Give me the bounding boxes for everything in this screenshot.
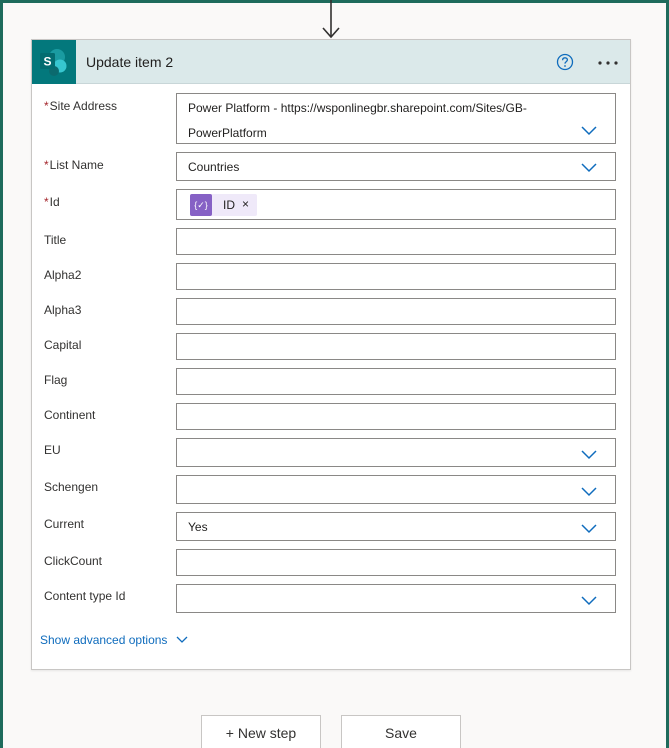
card-title: Update item 2: [86, 54, 174, 70]
site-address-label: *Site Address: [44, 99, 117, 113]
alpha3-input[interactable]: [176, 298, 616, 325]
content-type-id-label: Content type Id: [44, 589, 126, 603]
capital-input[interactable]: [176, 333, 616, 360]
id-label: *Id: [44, 195, 60, 209]
content-type-id-dropdown[interactable]: [176, 584, 616, 613]
site-address-label-text: Site Address: [49, 99, 118, 113]
id-dynamic-token[interactable]: {✓} ID ×: [190, 194, 257, 216]
new-step-button[interactable]: + New step: [201, 715, 321, 748]
continent-input[interactable]: [176, 403, 616, 430]
eu-label: EU: [44, 443, 61, 457]
save-button[interactable]: Save: [341, 715, 461, 748]
continent-label: Continent: [44, 408, 96, 422]
list-name-label: *List Name: [44, 158, 104, 172]
sharepoint-icon: S: [32, 40, 76, 84]
chevron-down-icon: [581, 126, 597, 136]
chevron-down-icon: [581, 596, 597, 606]
id-label-text: Id: [49, 195, 60, 209]
alpha2-input[interactable]: [176, 263, 616, 290]
schengen-dropdown[interactable]: [176, 475, 616, 504]
current-value: Yes: [188, 520, 208, 534]
remove-token-icon[interactable]: ×: [242, 197, 249, 211]
flag-input[interactable]: [176, 368, 616, 395]
list-name-label-text: List Name: [49, 158, 104, 172]
svg-text:S: S: [43, 55, 51, 69]
site-address-value-line2: PowerPlatform: [188, 126, 267, 140]
chevron-down-icon: [581, 524, 597, 534]
chevron-down-icon: [581, 450, 597, 460]
chevron-down-icon: [581, 487, 597, 497]
action-card: S Update item 2 *Site Address Power Plat…: [31, 39, 631, 670]
required-marker: *: [44, 99, 49, 113]
schengen-label: Schengen: [44, 480, 99, 494]
flag-label: Flag: [44, 373, 68, 387]
card-header[interactable]: S Update item 2: [32, 40, 630, 84]
eu-dropdown[interactable]: [176, 438, 616, 467]
title-label: Title: [44, 233, 67, 247]
connector-arrow-icon: [322, 0, 340, 39]
site-address-value-line1: Power Platform - https://wsponlinegbr.sh…: [188, 101, 527, 115]
site-address-dropdown[interactable]: Power Platform - https://wsponlinegbr.sh…: [176, 93, 616, 144]
list-name-value: Countries: [188, 160, 240, 174]
alpha3-label: Alpha3: [44, 303, 82, 317]
list-name-dropdown[interactable]: Countries: [176, 152, 616, 181]
show-advanced-options-link[interactable]: Show advanced options: [40, 633, 167, 647]
chevron-down-icon: [581, 163, 597, 173]
required-marker: *: [44, 195, 49, 209]
current-label: Current: [44, 517, 85, 531]
expression-icon: {✓}: [190, 194, 212, 216]
current-dropdown[interactable]: Yes: [176, 512, 616, 541]
help-icon[interactable]: [556, 53, 574, 71]
clickcount-label: ClickCount: [44, 554, 103, 568]
more-options-icon[interactable]: [597, 60, 619, 66]
capital-label: Capital: [44, 338, 82, 352]
title-input[interactable]: [176, 228, 616, 255]
required-marker: *: [44, 158, 49, 172]
clickcount-input[interactable]: [176, 549, 616, 576]
chevron-down-icon[interactable]: [176, 636, 188, 644]
token-label: ID: [223, 198, 235, 212]
id-field[interactable]: {✓} ID ×: [176, 189, 616, 220]
alpha2-label: Alpha2: [44, 268, 82, 282]
